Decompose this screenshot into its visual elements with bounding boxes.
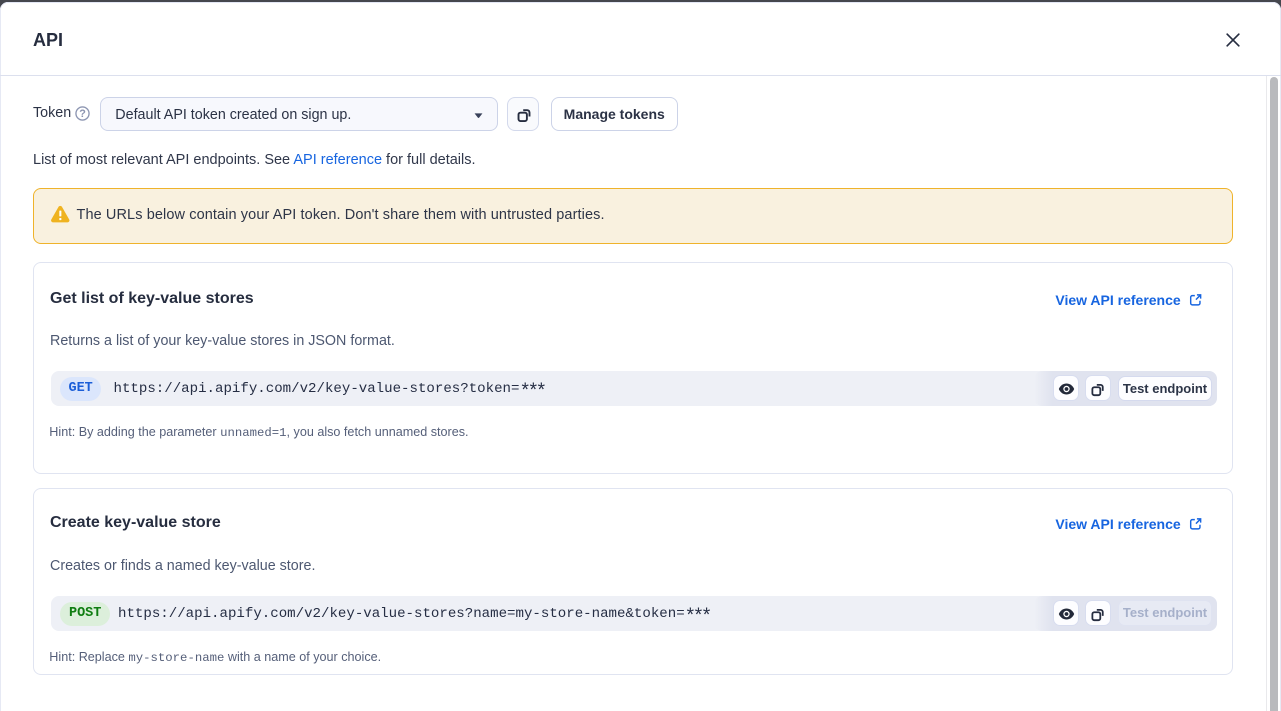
svg-text:?: ? bbox=[79, 108, 86, 120]
